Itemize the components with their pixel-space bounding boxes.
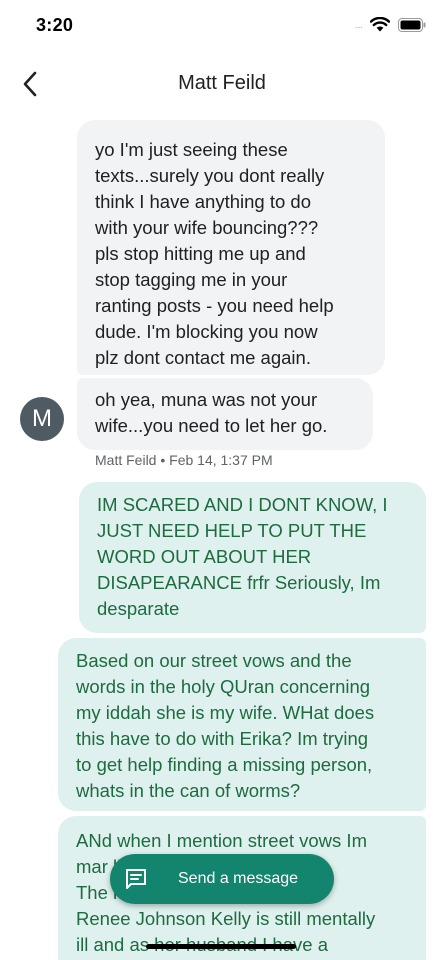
- battery-icon: [398, 17, 426, 32]
- message-timestamp: Matt Feild • Feb 14, 1:37 PM: [95, 452, 273, 468]
- message-icon: [124, 867, 148, 891]
- conversation-header: Matt Feild: [0, 58, 444, 110]
- wifi-icon: [370, 17, 390, 32]
- message-bubble-outgoing[interactable]: Based on our street vows and the words i…: [58, 638, 426, 811]
- avatar[interactable]: M: [20, 397, 64, 441]
- contact-name-title: Matt Feild: [178, 72, 266, 94]
- home-indicator: [146, 944, 296, 949]
- signal-icon: ....: [354, 20, 363, 31]
- status-icons: ....: [355, 17, 426, 32]
- message-bubble-incoming[interactable]: yo I'm just seeing these texts...surely …: [77, 120, 385, 375]
- status-time: 3:20: [36, 15, 74, 35]
- message-bubble-outgoing[interactable]: IM SCARED AND I DONT KNOW, I JUST NEED H…: [79, 482, 426, 633]
- send-message-label: Send a message: [178, 870, 299, 887]
- message-bubble-incoming[interactable]: oh yea, muna was not your wife...you nee…: [77, 378, 373, 450]
- status-bar: 3:20 ....: [0, 0, 444, 54]
- send-message-button[interactable]: Send a message: [110, 854, 334, 904]
- message-thread[interactable]: yo I'm just seeing these texts...surely …: [0, 110, 444, 960]
